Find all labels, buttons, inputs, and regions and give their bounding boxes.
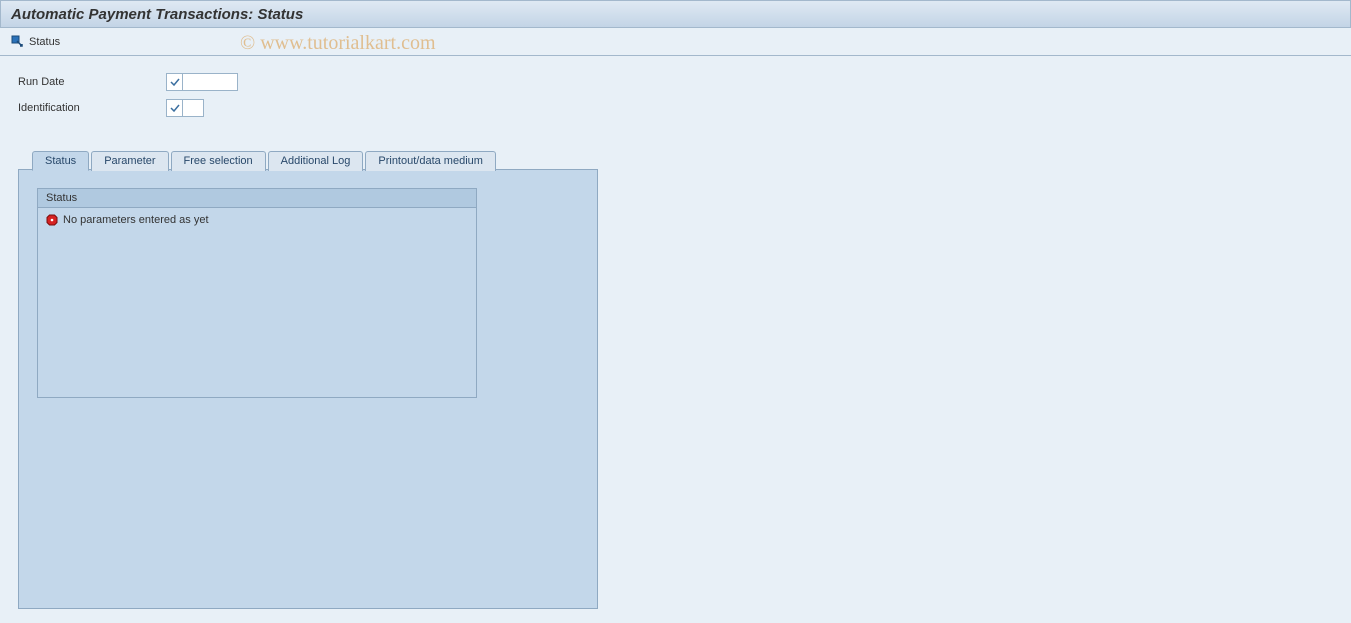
run-date-row: Run Date [18,70,1333,94]
title-bar: Automatic Payment Transactions: Status [0,0,1351,28]
tab-free-selection[interactable]: Free selection [171,151,266,171]
tab-status[interactable]: Status [32,151,89,171]
identification-required-icon [166,99,182,117]
run-date-label: Run Date [18,76,166,88]
tab-additional-log[interactable]: Additional Log [268,151,364,171]
identification-row: Identification [18,96,1333,120]
identification-input[interactable] [182,99,204,117]
page-title: Automatic Payment Transactions: Status [11,6,303,23]
toolbar: Status [0,28,1351,56]
tab-body: Status No parameters entered as yet [18,169,598,609]
identification-label: Identification [18,102,166,114]
status-message: No parameters entered as yet [63,214,209,226]
status-box-body: No parameters entered as yet [38,208,476,232]
tab-parameter[interactable]: Parameter [91,151,168,171]
status-toolbar-button[interactable]: Status [10,34,60,50]
status-icon [10,34,26,50]
status-box: Status No parameters entered as yet [37,188,477,398]
stop-icon [46,214,58,226]
main-area: Run Date Identification Status Parameter… [0,56,1351,623]
status-box-header: Status [38,189,476,208]
tab-strip: Status Parameter Free selection Addition… [32,150,1333,170]
run-date-required-icon [166,73,182,91]
tab-printout-data-medium[interactable]: Printout/data medium [365,151,496,171]
run-date-input[interactable] [182,73,238,91]
status-toolbar-label: Status [29,36,60,48]
